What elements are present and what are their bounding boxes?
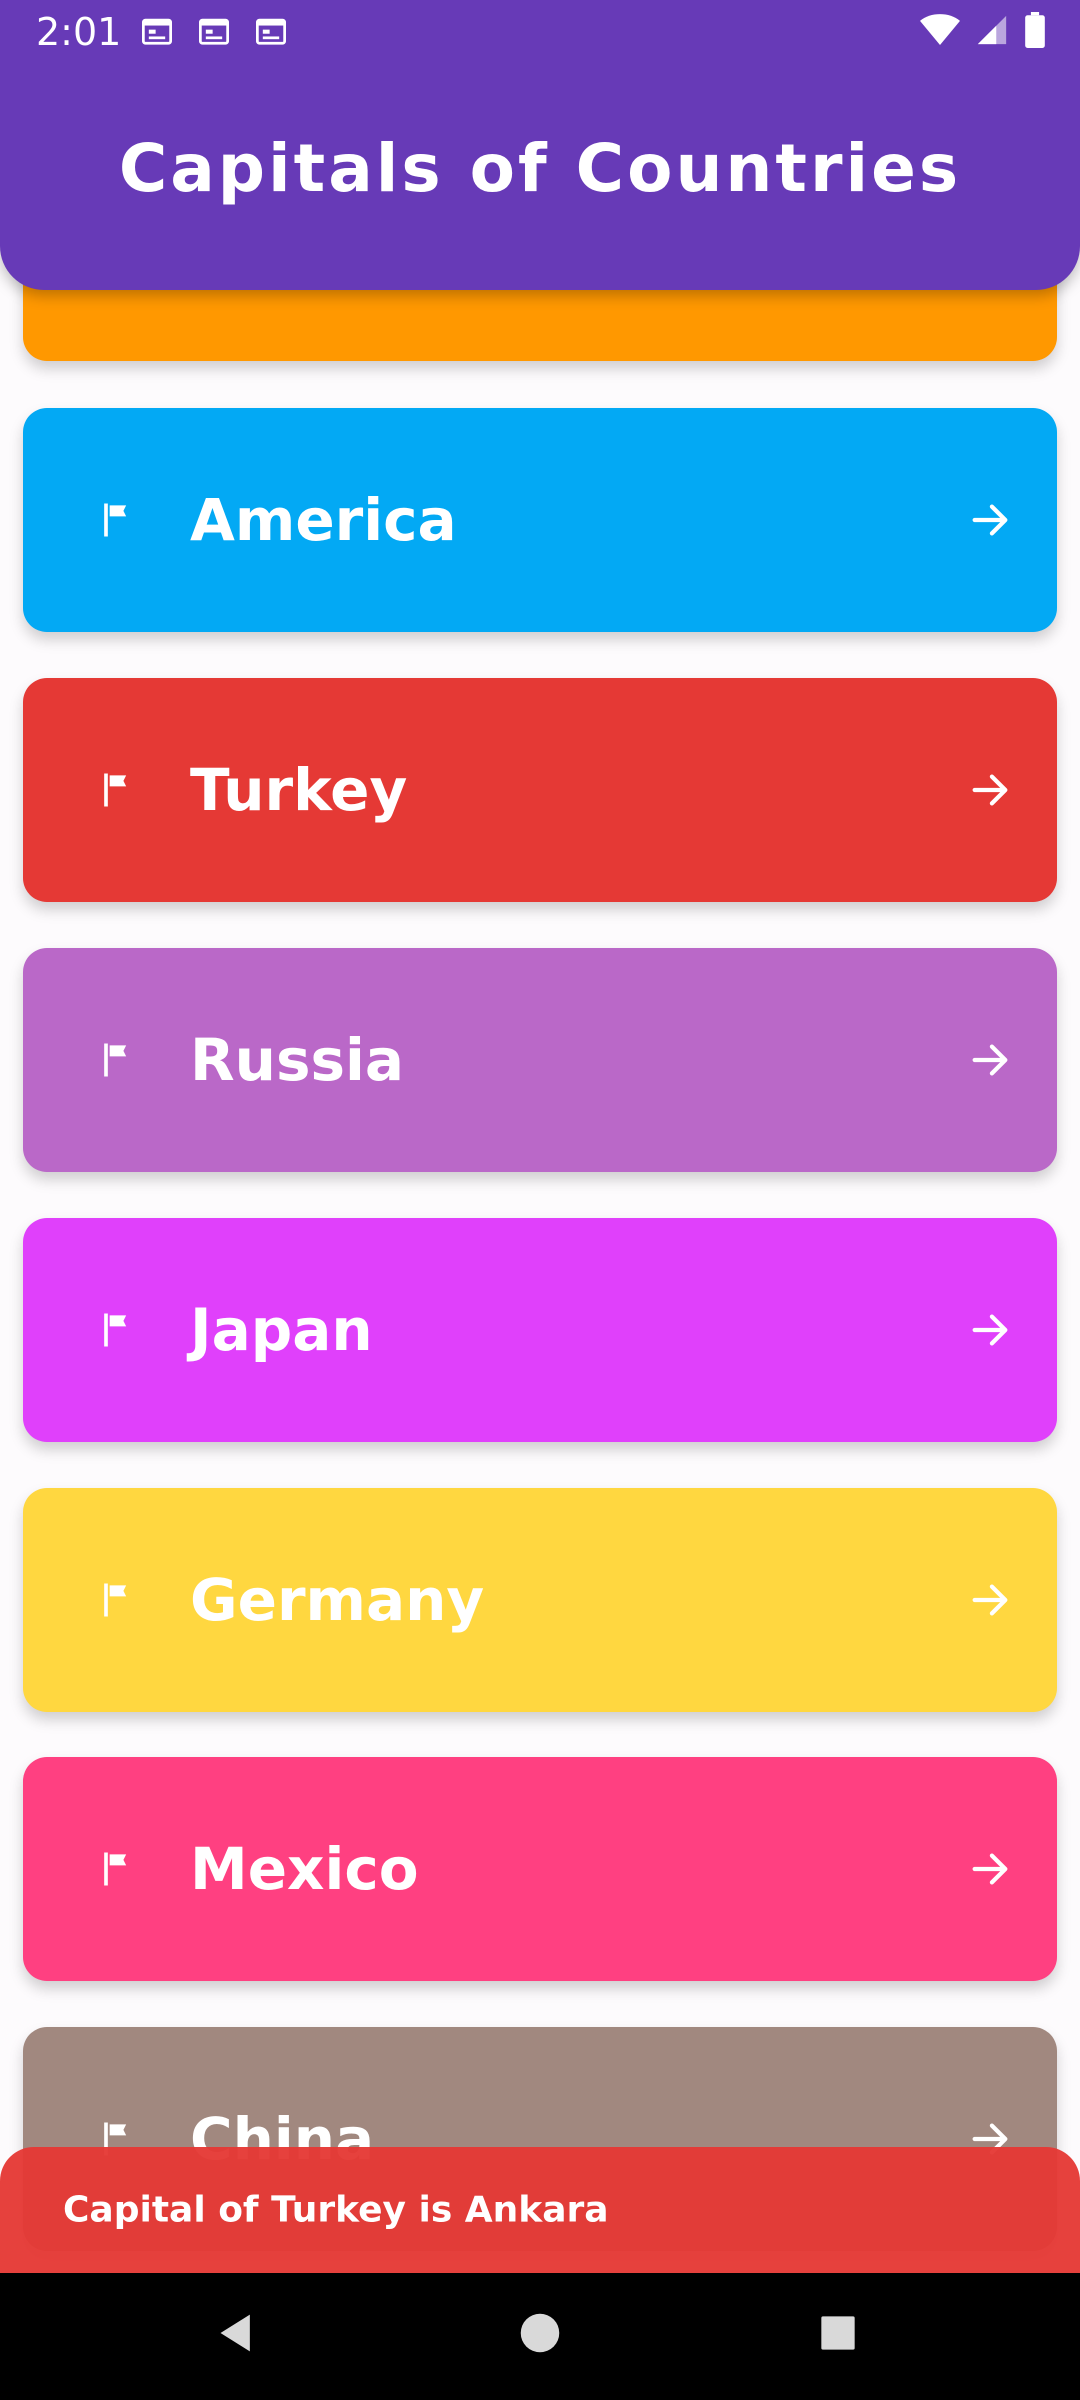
- country-card-america[interactable]: America: [23, 408, 1057, 632]
- flag-icon: [104, 1043, 127, 1077]
- country-card-russia[interactable]: Russia: [23, 948, 1057, 1172]
- calendar-icon: [142, 18, 172, 45]
- arrow-right-icon: [972, 504, 1008, 536]
- country-name: America: [190, 486, 457, 554]
- country-name: Mexico: [190, 1835, 419, 1903]
- arrow-right-icon: [972, 1853, 1008, 1885]
- flag-icon: [104, 773, 127, 807]
- back-icon: [220, 2314, 250, 2352]
- status-time: 2:01: [36, 10, 122, 54]
- home-icon: [520, 2313, 560, 2353]
- country-name: Russia: [190, 1026, 405, 1094]
- recents-button[interactable]: [808, 2303, 868, 2363]
- arrow-right-icon: [972, 1314, 1008, 1346]
- back-button[interactable]: [207, 2303, 267, 2363]
- status-icons: [920, 12, 1046, 48]
- country-card-turkey[interactable]: Turkey: [23, 678, 1057, 902]
- signal-icon: [977, 15, 1007, 45]
- country-name: Japan: [190, 1296, 373, 1364]
- country-name: Turkey: [190, 756, 408, 824]
- snackbar: Capital of Turkey is Ankara: [0, 2147, 1080, 2273]
- country-card-germany[interactable]: Germany: [23, 1488, 1057, 1712]
- wifi-icon: [920, 14, 960, 45]
- navigation-bar: [0, 2273, 1080, 2400]
- home-button[interactable]: [510, 2303, 570, 2363]
- screen: America Turkey Russia Japan Germany Mexi…: [0, 0, 1080, 2400]
- flag-icon: [104, 1583, 127, 1617]
- country-card-japan[interactable]: Japan: [23, 1218, 1057, 1442]
- country-name: Germany: [190, 1566, 485, 1634]
- page-title: Capitals of Countries: [118, 130, 962, 207]
- country-list[interactable]: America Turkey Russia Japan Germany Mexi…: [0, 0, 1080, 2400]
- country-card-mexico[interactable]: Mexico: [23, 1757, 1057, 1981]
- calendar-icon: [199, 18, 229, 45]
- flag-icon: [104, 1313, 127, 1347]
- app-bar: 2:01 Capitals of Countries: [0, 0, 1080, 290]
- calendar-icon: [256, 18, 286, 45]
- arrow-right-icon: [972, 1584, 1008, 1616]
- flag-icon: [104, 1852, 127, 1886]
- recents-icon: [821, 2316, 855, 2350]
- snackbar-message: Capital of Turkey is Ankara: [63, 2189, 609, 2231]
- flag-icon: [104, 503, 127, 537]
- battery-icon: [1025, 12, 1045, 48]
- arrow-right-icon: [972, 774, 1008, 806]
- arrow-right-icon: [972, 1044, 1008, 1076]
